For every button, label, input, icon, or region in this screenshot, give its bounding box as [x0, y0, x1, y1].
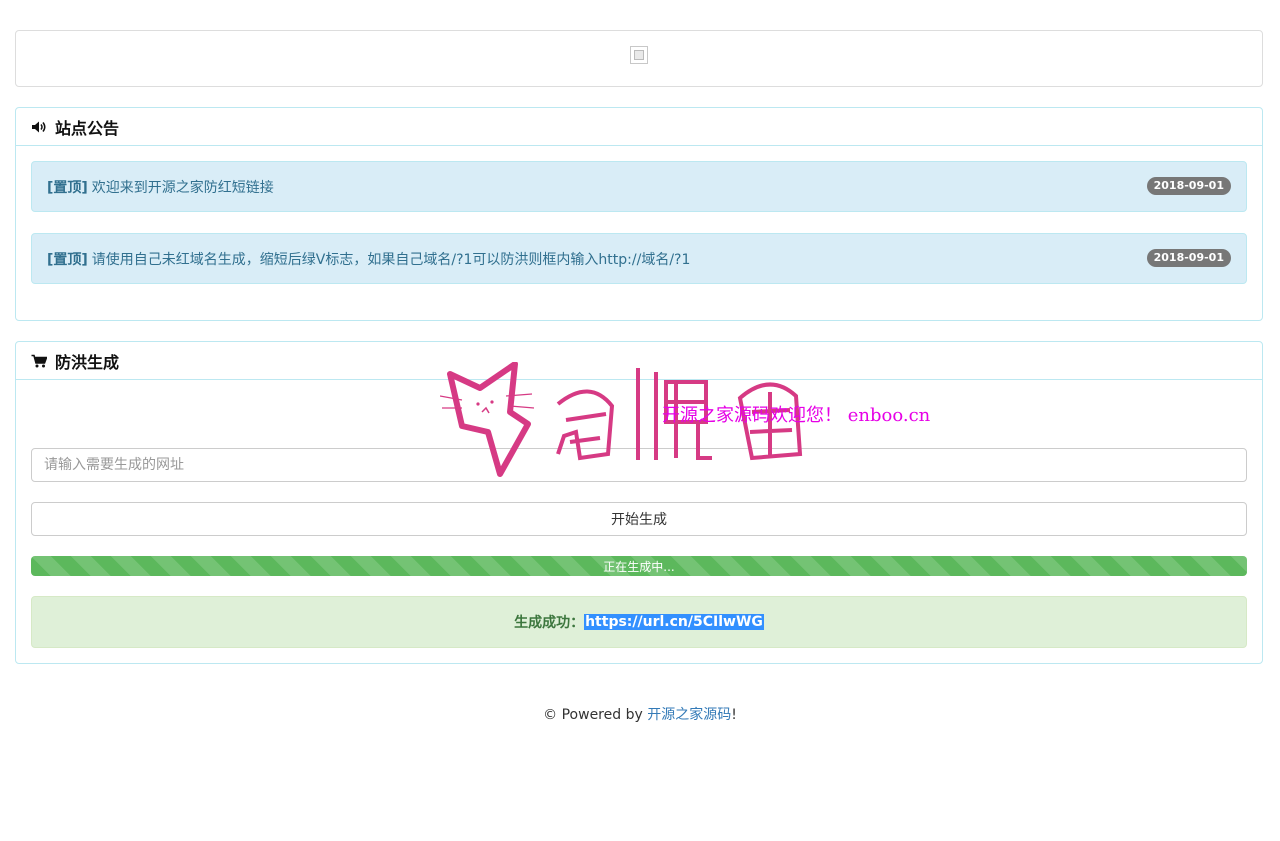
notice-item: [置顶] 欢迎来到开源之家防红短链接 2018-09-01: [31, 161, 1247, 212]
progress-fill: 正在生成中...: [31, 556, 1247, 576]
speaker-icon: [31, 119, 47, 135]
date-badge: 2018-09-01: [1146, 249, 1231, 267]
broken-image-icon: [630, 46, 648, 64]
footer: © Powered by 开源之家源码!: [0, 704, 1280, 724]
pinned-tag: [置顶]: [47, 251, 88, 268]
pinned-tag: [置顶]: [47, 179, 88, 196]
short-url[interactable]: https://url.cn/5CIlwWG: [584, 614, 764, 630]
notice-panel-heading: 站点公告: [16, 108, 1262, 146]
footer-link[interactable]: 开源之家源码: [647, 707, 731, 723]
result-label: 生成成功：: [514, 615, 585, 631]
url-input-field[interactable]: [31, 448, 1247, 482]
url-input[interactable]: [32, 449, 1246, 481]
banner-panel: [15, 30, 1263, 87]
notice-panel: 站点公告 [置顶] 欢迎来到开源之家防红短链接 2018-09-01 [置顶] …: [15, 107, 1263, 321]
notice-text: 欢迎来到开源之家防红短链接: [91, 179, 274, 196]
footer-suffix: !: [731, 707, 737, 723]
progress-bar: 正在生成中...: [31, 556, 1247, 576]
footer-prefix: © Powered by: [543, 707, 648, 723]
cart-icon: [31, 353, 47, 369]
generator-panel: 防洪生成 开始生成 正在生成中... 生成成功：https://url.cn/5…: [15, 341, 1263, 664]
notice-text: 请使用自己未红域名生成，缩短后绿V标志，如果自己域名/?1可以防洪则框内输入ht…: [91, 251, 691, 268]
notice-item: [置顶] 请使用自己未红域名生成，缩短后绿V标志，如果自己域名/?1可以防洪则框…: [31, 233, 1247, 284]
generator-panel-heading: 防洪生成: [16, 342, 1262, 380]
generator-panel-title: 防洪生成: [55, 352, 120, 372]
result-alert: 生成成功： https://url.cn/5CIlwWG: [31, 596, 1247, 648]
generate-button[interactable]: 开始生成: [31, 502, 1247, 536]
date-badge: 2018-09-01: [1146, 177, 1231, 195]
notice-panel-title: 站点公告: [55, 118, 120, 138]
